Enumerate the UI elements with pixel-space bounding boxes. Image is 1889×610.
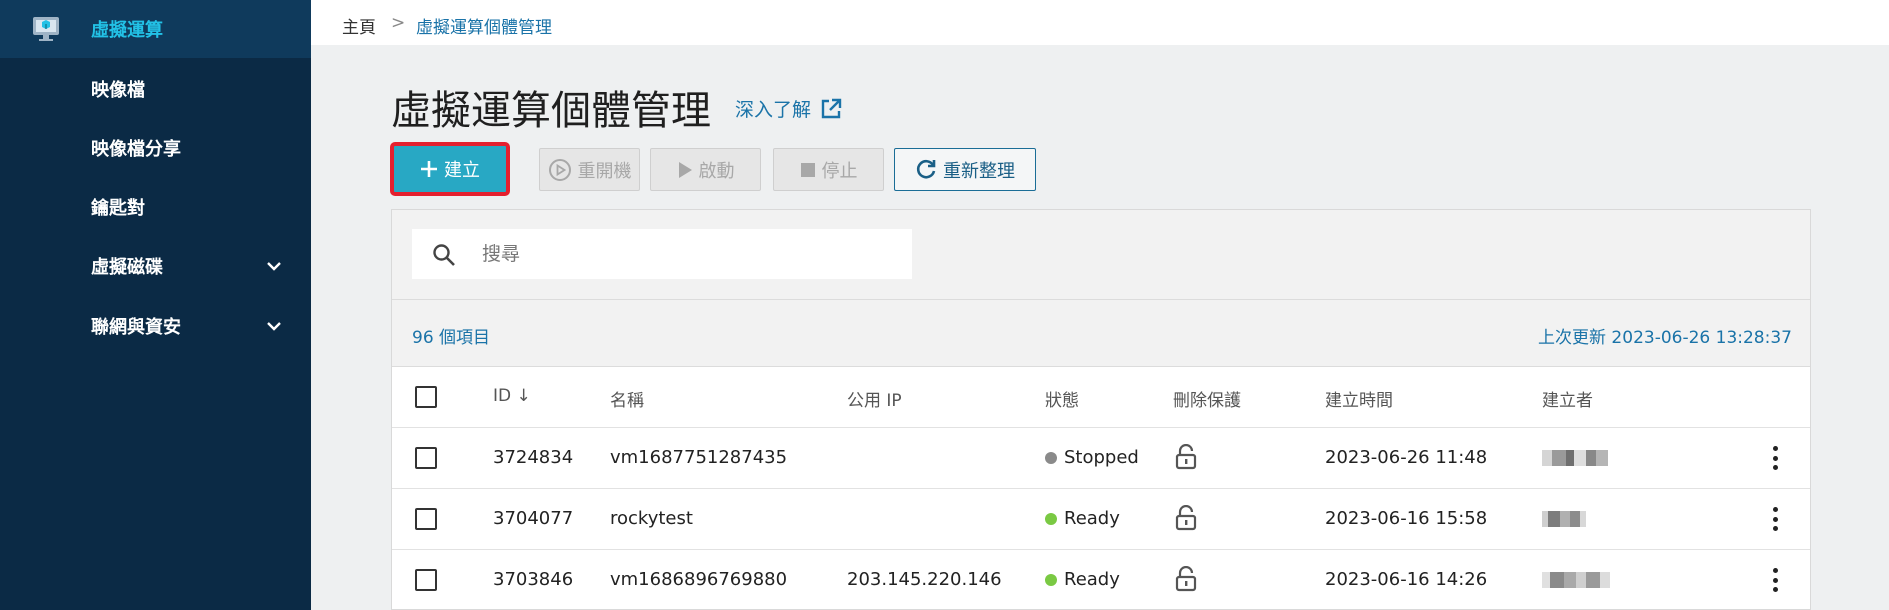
row-status: Stopped bbox=[1045, 447, 1139, 468]
row-more-actions-button[interactable] bbox=[1765, 507, 1785, 531]
plus-icon bbox=[421, 161, 437, 177]
restart-button-label: 重開機 bbox=[577, 160, 632, 182]
sidebar-item-compute[interactable]: 虛擬運算 bbox=[0, 0, 311, 58]
stop-icon bbox=[800, 162, 815, 177]
item-count: 96 個項目 bbox=[412, 328, 491, 348]
refresh-button[interactable]: 重新整理 bbox=[894, 148, 1036, 191]
sidebar-item-image-sharing[interactable]: 映像檔分享 bbox=[0, 119, 311, 177]
stop-button-label: 停止 bbox=[821, 160, 858, 182]
sidebar-item-label: 聯網與資安 bbox=[91, 317, 181, 338]
sidebar-item-label: 映像檔 bbox=[91, 80, 145, 101]
row-created-time: 2023-06-16 14:26 bbox=[1325, 569, 1488, 590]
page-title: 虛擬運算個體管理 bbox=[391, 88, 711, 134]
table-header: ID ↓ 名稱 公用 IP 狀態 刪除保護 建立時間 建立者 bbox=[392, 367, 1810, 428]
row-status-label: Ready bbox=[1064, 508, 1120, 529]
search-area bbox=[392, 210, 1810, 300]
row-created-time: 2023-06-26 11:48 bbox=[1325, 447, 1488, 468]
row-id: 3703846 bbox=[493, 569, 574, 590]
sidebar-item-label: 虛擬運算 bbox=[91, 20, 163, 41]
creator-redacted bbox=[1542, 572, 1610, 588]
row-status-label: Ready bbox=[1064, 569, 1120, 590]
last-updated: 上次更新 2023-06-26 13:28:37 bbox=[1538, 328, 1792, 348]
unlock-icon[interactable] bbox=[1175, 505, 1197, 531]
restart-button[interactable]: 重開機 bbox=[539, 148, 640, 191]
row-created-time: 2023-06-16 15:58 bbox=[1325, 508, 1488, 529]
unlock-icon[interactable] bbox=[1175, 444, 1197, 470]
column-header-name: 名稱 bbox=[610, 391, 644, 411]
row-id: 3704077 bbox=[493, 508, 574, 529]
breadcrumb: 主頁 > 虛擬運算個體管理 bbox=[311, 0, 1889, 45]
start-button-label: 啟動 bbox=[698, 160, 735, 182]
row-status: Ready bbox=[1045, 569, 1120, 590]
row-checkbox[interactable] bbox=[415, 508, 437, 530]
row-name[interactable]: rockytest bbox=[610, 508, 693, 529]
row-public-ip: 203.145.220.146 bbox=[847, 569, 1002, 590]
sidebar-item-label: 映像檔分享 bbox=[91, 139, 181, 160]
status-dot-icon bbox=[1045, 451, 1057, 464]
row-checkbox[interactable] bbox=[415, 447, 437, 469]
sidebar-item-label: 虛擬磁碟 bbox=[91, 257, 163, 278]
column-header-status: 狀態 bbox=[1045, 391, 1079, 411]
column-header-creator: 建立者 bbox=[1542, 391, 1593, 411]
column-header-public-ip: 公用 IP bbox=[847, 391, 902, 411]
play-circle-icon bbox=[548, 158, 571, 181]
sidebar-item-keypairs[interactable]: 鑰匙對 bbox=[0, 178, 311, 236]
unlock-icon[interactable] bbox=[1175, 566, 1197, 592]
external-link-icon bbox=[821, 98, 842, 118]
creator-redacted bbox=[1542, 511, 1586, 527]
search-icon bbox=[433, 244, 455, 266]
search-input[interactable] bbox=[482, 229, 902, 279]
create-button-label: 建立 bbox=[444, 160, 480, 181]
row-more-actions-button[interactable] bbox=[1765, 568, 1785, 592]
stop-button[interactable]: 停止 bbox=[773, 148, 884, 191]
learn-more-label: 深入了解 bbox=[735, 99, 812, 121]
column-header-delete-protection: 刪除保護 bbox=[1173, 391, 1241, 411]
compute-logo-icon bbox=[33, 17, 59, 41]
row-checkbox[interactable] bbox=[415, 569, 437, 591]
table-row[interactable]: 3704077 rockytest Ready 2023-06-16 15:58 bbox=[392, 489, 1810, 550]
creator-redacted bbox=[1542, 450, 1608, 466]
column-header-id-label: ID bbox=[493, 386, 512, 406]
chevron-down-icon bbox=[267, 322, 281, 331]
status-dot-icon bbox=[1045, 512, 1057, 525]
create-button[interactable]: 建立 bbox=[390, 142, 510, 196]
row-id: 3724834 bbox=[493, 447, 574, 468]
row-name[interactable]: vm1686896769880 bbox=[610, 569, 787, 590]
sidebar: 虛擬運算 映像檔 映像檔分享 鑰匙對 虛擬磁碟 聯網與資安 bbox=[0, 0, 311, 610]
row-status-label: Stopped bbox=[1064, 447, 1139, 468]
sidebar-item-network-security[interactable]: 聯網與資安 bbox=[0, 297, 311, 355]
status-dot-icon bbox=[1045, 573, 1057, 586]
breadcrumb-home-link[interactable]: 主頁 bbox=[342, 13, 376, 38]
chevron-down-icon bbox=[267, 262, 281, 271]
sidebar-item-label: 鑰匙對 bbox=[91, 198, 145, 219]
column-header-id[interactable]: ID ↓ bbox=[493, 386, 531, 406]
refresh-icon bbox=[916, 159, 936, 178]
search-box[interactable] bbox=[412, 229, 912, 279]
table-row[interactable]: 3724834 vm1687751287435 Stopped 2023-06-… bbox=[392, 428, 1810, 489]
start-button[interactable]: 啟動 bbox=[650, 148, 761, 191]
table-row[interactable]: 3703846 vm1686896769880 203.145.220.146 … bbox=[392, 550, 1810, 610]
refresh-button-label: 重新整理 bbox=[943, 160, 1015, 182]
row-more-actions-button[interactable] bbox=[1765, 446, 1785, 470]
sidebar-item-images[interactable]: 映像檔 bbox=[0, 60, 311, 118]
sidebar-item-disks[interactable]: 虛擬磁碟 bbox=[0, 237, 311, 295]
sort-desc-icon: ↓ bbox=[516, 386, 531, 406]
instance-list-panel: 96 個項目 上次更新 2023-06-26 13:28:37 ID ↓ 名稱 … bbox=[391, 209, 1811, 610]
row-name[interactable]: vm1687751287435 bbox=[610, 447, 787, 468]
breadcrumb-separator: > bbox=[391, 13, 406, 33]
play-icon bbox=[678, 161, 692, 178]
breadcrumb-current-link[interactable]: 虛擬運算個體管理 bbox=[416, 13, 552, 38]
row-status: Ready bbox=[1045, 508, 1120, 529]
select-all-checkbox[interactable] bbox=[415, 386, 437, 408]
learn-more-link[interactable]: 深入了解 bbox=[735, 95, 843, 122]
list-summary: 96 個項目 上次更新 2023-06-26 13:28:37 bbox=[392, 300, 1810, 367]
column-header-created-time: 建立時間 bbox=[1325, 391, 1393, 411]
